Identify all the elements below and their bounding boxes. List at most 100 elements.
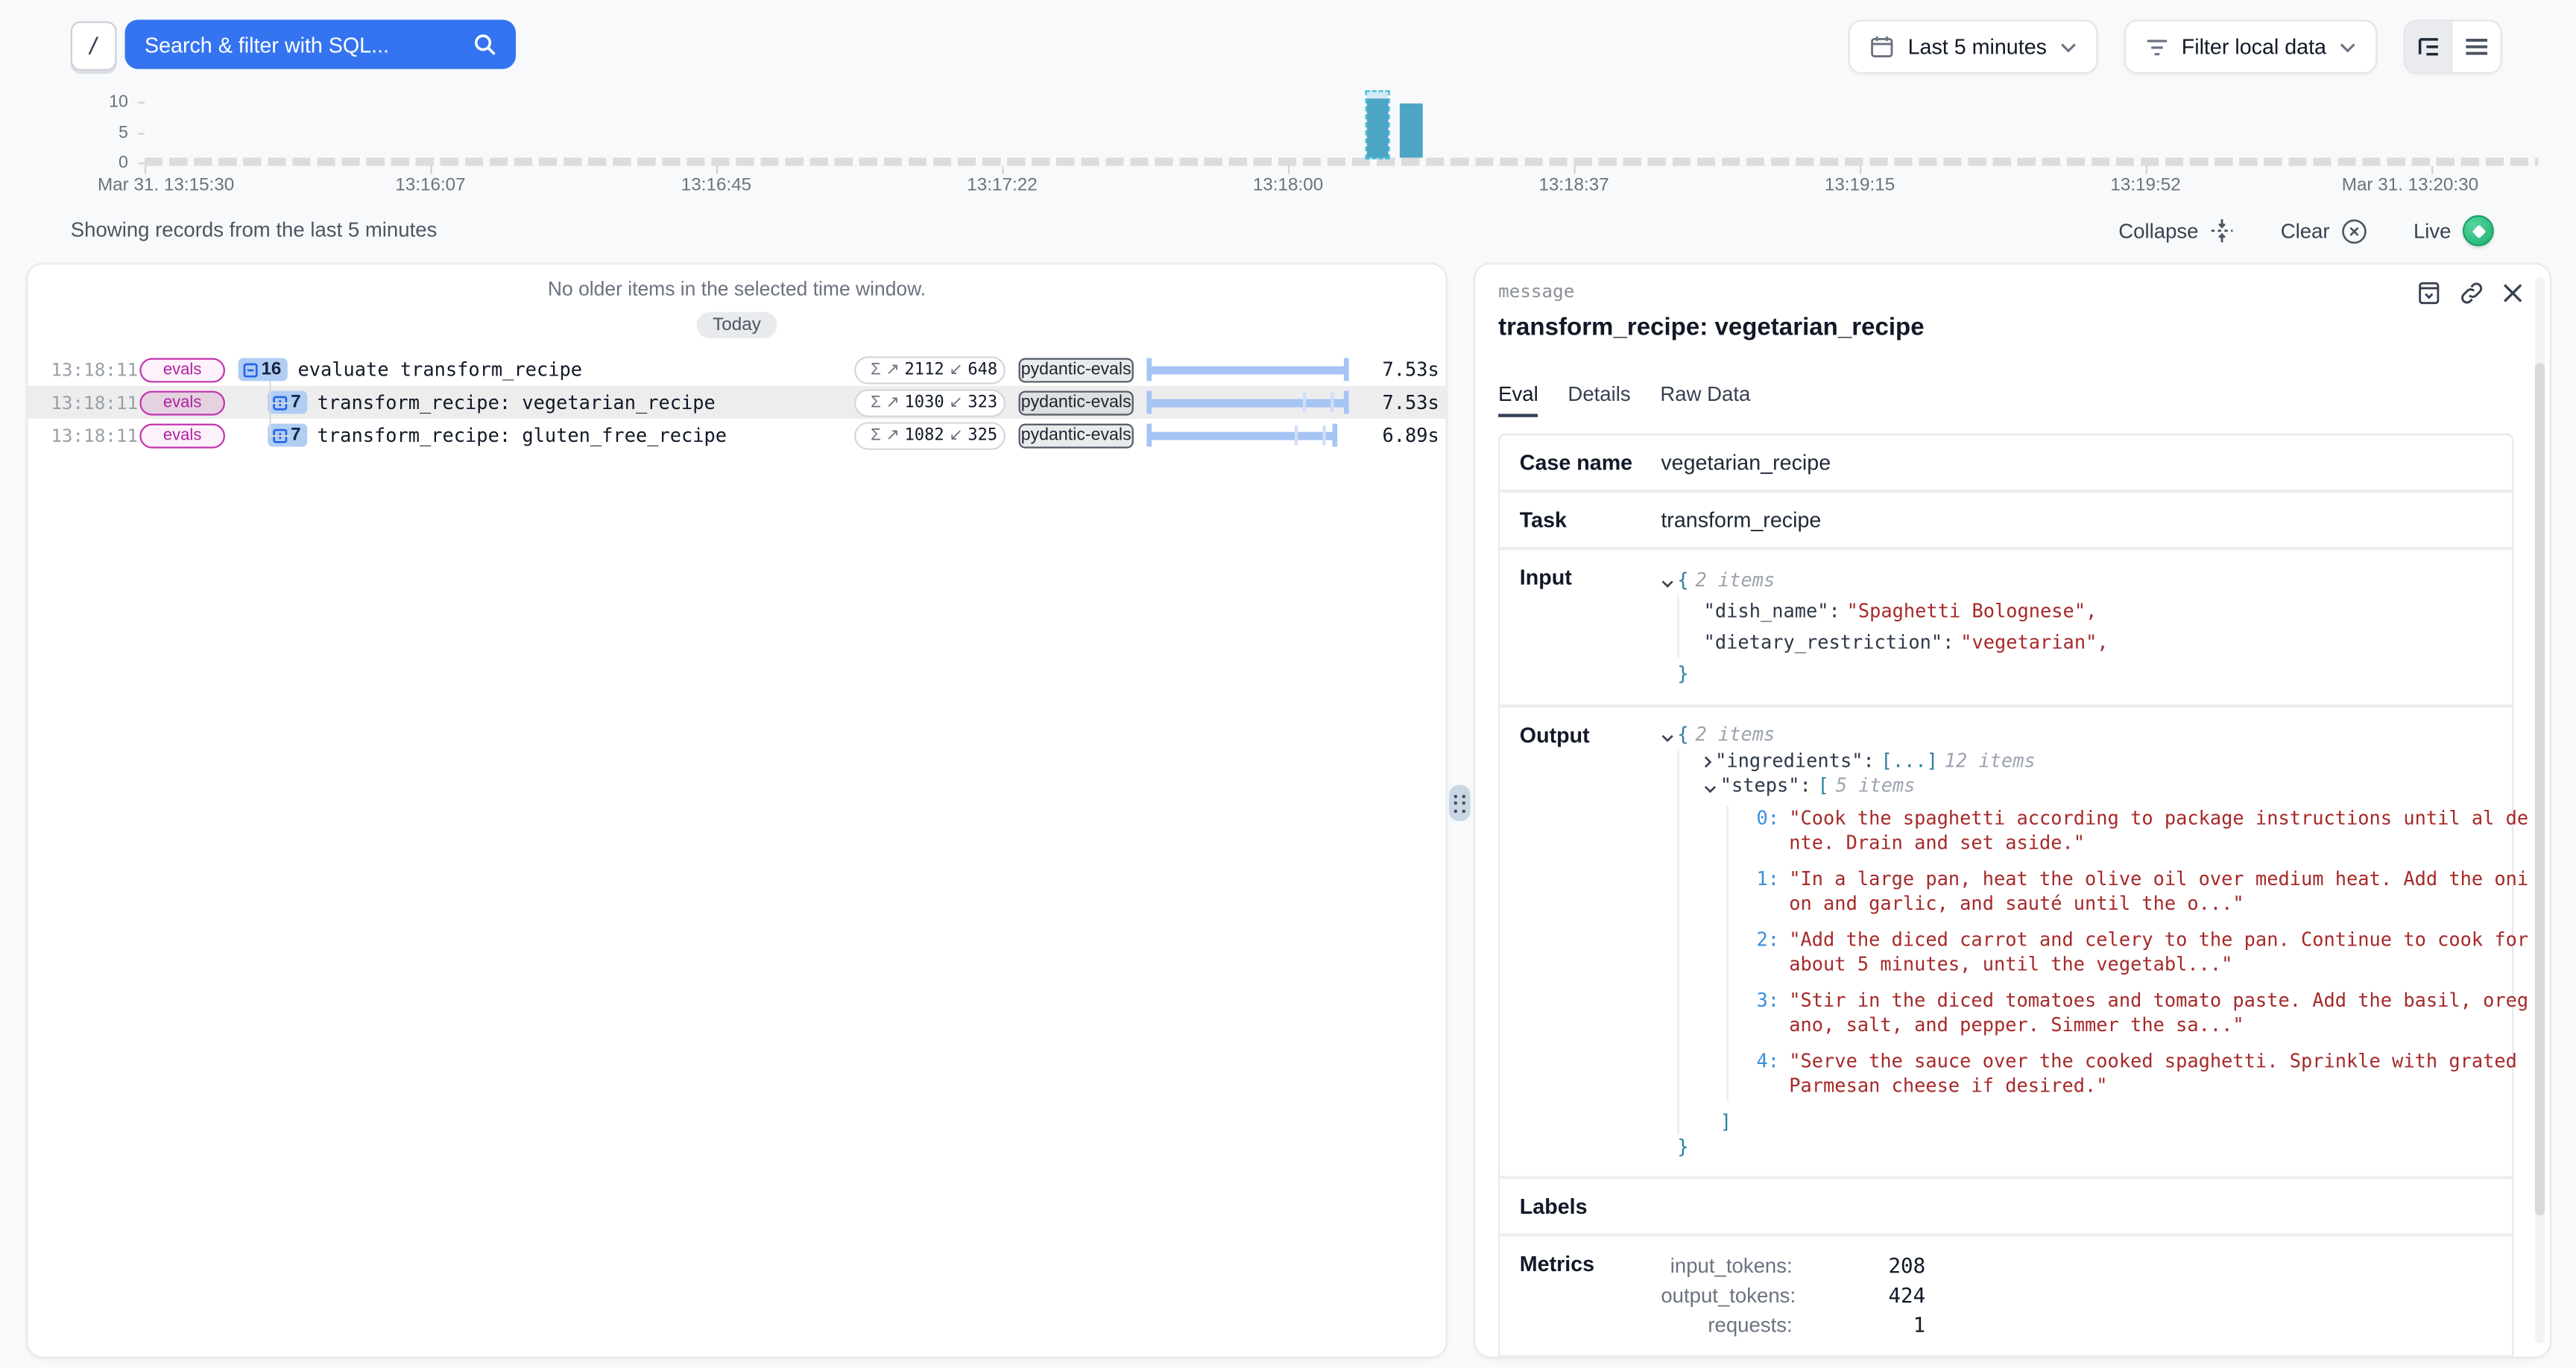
x-axis-tick-mark	[1003, 166, 1004, 174]
close-icon[interactable]	[2502, 282, 2524, 304]
json-value: "Spaghetti Bolognese",	[1847, 596, 2097, 627]
token-usage-badge[interactable]: Σ ↗2112 ↙648	[854, 355, 1006, 383]
empty-notice: No older items in the selected time wind…	[28, 277, 1445, 300]
step-text: "Cook the spaghetti according to package…	[1789, 805, 2531, 856]
open-brace: {	[1677, 723, 1688, 748]
metric-key: requests:	[1661, 1310, 1792, 1340]
timeline-histogram[interactable]: 10 5 0 Mar 31. 13:15:30 13:16:07 13:16:4…	[0, 82, 2576, 205]
x-axis-tick-mark	[2431, 166, 2433, 174]
sigma-icon: Σ	[871, 426, 881, 444]
chevron-down-icon[interactable]	[1704, 785, 1717, 794]
table-row[interactable]: 13:18:11 evals 7 transform_recipe: glute…	[28, 419, 1445, 452]
table-row[interactable]: 13:18:11 evals 16 evaluate transform_rec…	[28, 353, 1445, 386]
histogram-bar[interactable]	[1400, 104, 1423, 158]
tab-eval[interactable]: Eval	[1498, 383, 1538, 417]
step-text: "Add the diced carrot and celery to the …	[1789, 927, 2531, 978]
table-row-selected[interactable]: 13:18:11 evals 7 transform_recipe: veget…	[28, 386, 1445, 419]
json-value: "vegetarian",	[1960, 627, 2108, 659]
filter-icon	[2145, 37, 2168, 57]
x-axis-label: 13:16:45	[681, 176, 751, 195]
x-axis-label: 13:16:07	[395, 176, 465, 195]
time-range-dropdown[interactable]: Last 5 minutes	[1849, 19, 2097, 74]
clear-icon	[2341, 218, 2367, 244]
tab-details[interactable]: Details	[1568, 383, 1630, 417]
selection-highlight	[1367, 92, 1389, 98]
tree-view-toggle[interactable]	[2405, 22, 2453, 72]
down-arrow-icon: ↙	[949, 393, 962, 411]
span-name: transform_recipe: gluten_free_recipe	[318, 424, 727, 447]
chevron-down-icon[interactable]	[1661, 734, 1674, 742]
service-chip[interactable]: pydantic-evals	[1019, 390, 1134, 414]
y-axis-tick: 0	[13, 153, 128, 172]
minus-square-icon	[243, 362, 258, 377]
panel-resize-handle[interactable]	[1449, 785, 1471, 821]
output-row: Output { 2 items "ingredient	[1500, 708, 2512, 1178]
token-usage-badge[interactable]: Σ ↗1030 ↙323	[854, 388, 1006, 416]
case-name-label: Case name	[1520, 450, 1661, 475]
metric-key: input_tokens:	[1661, 1250, 1792, 1280]
metrics-row: Metrics input_tokens:208 output_tokens:4…	[1500, 1236, 2512, 1358]
service-chip[interactable]: pydantic-evals	[1019, 423, 1134, 448]
token-usage-badge[interactable]: Σ ↗1082 ↙325	[854, 421, 1006, 449]
filter-local-data-dropdown[interactable]: Filter local data	[2124, 19, 2378, 74]
app-root: / Search & filter with SQL... Last 5 min…	[0, 0, 2576, 1368]
evals-tag[interactable]: evals	[139, 357, 225, 381]
duration-bar	[1146, 391, 1354, 414]
chevron-down-icon[interactable]	[1661, 580, 1674, 588]
service-chip[interactable]: pydantic-evals	[1019, 357, 1134, 381]
slash-key-label: /	[87, 34, 100, 58]
items-note: 12 items	[1945, 748, 2036, 773]
collapse-button[interactable]: Collapse	[2118, 218, 2235, 243]
live-indicator-icon	[2463, 215, 2494, 247]
json-key: "dish_name":	[1704, 596, 1840, 627]
metric-value: 424	[1793, 1280, 1926, 1310]
child-count: 16	[261, 360, 281, 379]
histogram-bar-selected[interactable]	[1366, 90, 1390, 159]
close-brace: }	[1677, 659, 1688, 690]
output-tokens: 323	[967, 393, 997, 411]
items-note: 5 items	[1836, 773, 1916, 799]
copy-link-icon[interactable]	[2460, 281, 2484, 305]
x-axis-label: 13:19:52	[2110, 176, 2180, 195]
today-badge: Today	[696, 312, 777, 338]
trace-list-panel: No older items in the selected time wind…	[26, 263, 1448, 1358]
row-timestamp: 13:18:11	[51, 425, 126, 446]
showing-records-text: Showing records from the last 5 minutes	[71, 218, 438, 241]
sigma-icon: Σ	[871, 361, 881, 379]
scrollbar[interactable]	[2535, 277, 2545, 1343]
collapse-label: Collapse	[2118, 219, 2198, 242]
x-axis-tick-mark	[1288, 166, 1289, 174]
list-item: 0: "Cook the spaghetti according to pack…	[1753, 805, 2493, 856]
evals-tag[interactable]: evals	[139, 390, 225, 414]
scrollbar-thumb[interactable]	[2535, 363, 2545, 1215]
items-note: 2 items	[1695, 723, 1775, 748]
x-axis-label: 13:19:15	[1825, 176, 1895, 195]
case-name-row: Case name vegetarian_recipe	[1500, 435, 2512, 493]
evals-tag[interactable]: evals	[139, 423, 225, 448]
search-input[interactable]: Search & filter with SQL...	[125, 19, 517, 69]
pin-panel-icon[interactable]	[2416, 281, 2441, 305]
task-value: transform_recipe	[1661, 507, 2492, 532]
tree-connector	[269, 381, 271, 435]
tab-raw-data[interactable]: Raw Data	[1660, 383, 1750, 417]
y-axis-dash	[138, 133, 145, 135]
page-title: transform_recipe: vegetarian_recipe	[1498, 314, 2523, 341]
close-bracket: ]	[1720, 1109, 1731, 1135]
collapse-children-badge[interactable]: 16	[239, 358, 288, 381]
clear-button[interactable]: Clear	[2281, 218, 2368, 244]
trace-rows: 13:18:11 evals 16 evaluate transform_rec…	[28, 353, 1445, 452]
live-button[interactable]: Live	[2414, 215, 2494, 247]
x-axis-tick-mark	[1860, 166, 1861, 174]
x-axis-tick-mark	[145, 166, 146, 174]
sigma-icon: Σ	[871, 393, 881, 411]
chevron-right-icon[interactable]	[1704, 755, 1712, 768]
metrics-label: Metrics	[1520, 1250, 1661, 1339]
tree-view-icon	[2416, 36, 2441, 57]
list-item: 2: "Add the diced carrot and celery to t…	[1753, 927, 2493, 978]
metric-key: output_tokens:	[1661, 1280, 1792, 1310]
y-axis-tick: 5	[13, 123, 128, 142]
list-view-toggle[interactable]	[2453, 22, 2501, 72]
labels-label: Labels	[1520, 1193, 1661, 1217]
collapsed-array[interactable]: [...]	[1881, 748, 1938, 773]
clear-label: Clear	[2281, 219, 2330, 242]
